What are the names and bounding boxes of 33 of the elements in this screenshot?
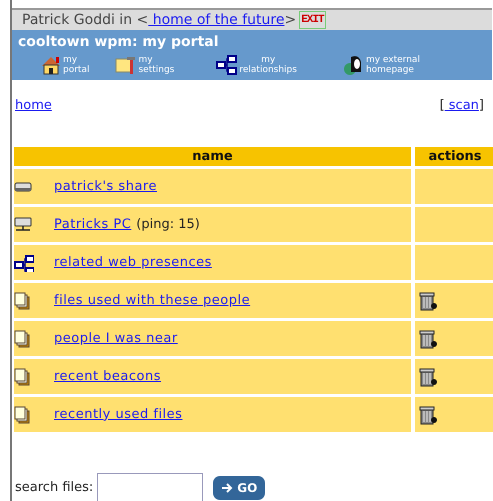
documents-icon xyxy=(14,368,30,386)
documents-icon xyxy=(14,330,30,348)
search-field[interactable] xyxy=(97,473,204,501)
bracket-label: [ xyxy=(440,98,445,113)
house-icon xyxy=(40,54,62,76)
item-link[interactable]: patrick's share xyxy=(54,176,157,196)
scan-link[interactable]: scan xyxy=(444,98,479,113)
documents-icon xyxy=(14,292,30,310)
place-link[interactable]: home of the future xyxy=(148,10,284,30)
bracket-label: ] xyxy=(478,98,484,113)
item-link[interactable]: people I was near xyxy=(54,328,178,348)
arrow-icon xyxy=(221,483,234,493)
documents-icon xyxy=(14,406,30,424)
tools-icon xyxy=(115,54,138,76)
item-link[interactable]: recent beacons xyxy=(54,366,162,386)
trash-icon xyxy=(419,328,437,348)
bracket-label: > xyxy=(284,10,296,30)
trash-icon xyxy=(419,290,437,310)
go-button[interactable]: GO xyxy=(213,476,266,500)
user-label: Patrick Goddi in < xyxy=(22,10,148,30)
ping-label: (ping: 15) xyxy=(136,216,200,234)
item-link[interactable]: recently used files xyxy=(54,404,182,424)
portal-title: cooltown wpm: my portal xyxy=(18,33,220,52)
network-icon xyxy=(216,54,238,76)
home-link[interactable]: home xyxy=(15,96,52,116)
column-header: actions xyxy=(415,146,493,166)
item-link[interactable]: Patricks PC xyxy=(54,214,132,234)
search-label: search files: xyxy=(15,479,94,498)
drive-icon xyxy=(14,180,32,194)
trash-icon xyxy=(419,366,437,386)
trash-icon xyxy=(419,404,437,424)
exit-button[interactable]: EXIT xyxy=(299,10,326,30)
computer-icon xyxy=(14,216,32,232)
